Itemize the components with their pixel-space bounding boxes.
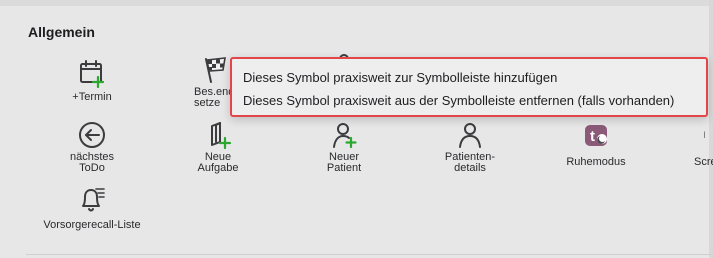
section-divider xyxy=(26,254,713,255)
naechstes-todo-button[interactable]: nächstes ToDo xyxy=(40,120,144,174)
arrow-left-circle-icon xyxy=(40,120,144,150)
ruhemodus-button[interactable]: t Ruhemodus xyxy=(544,120,648,168)
screen-label: Scre xyxy=(694,156,713,168)
patient-details-icon xyxy=(418,120,522,150)
patientendetails-button[interactable]: Patienten-details xyxy=(418,120,522,174)
vorsorgerecall-liste-label: Vorsorgerecall-Liste xyxy=(43,219,141,231)
patientendetails-label: Patienten-details xyxy=(444,151,496,174)
vorsorgerecall-liste-button[interactable]: Vorsorgerecall-Liste xyxy=(40,184,144,231)
termin-label: +Termin xyxy=(72,91,112,103)
neue-aufgabe-label: Neue Aufgabe xyxy=(197,151,239,174)
screen-button[interactable]: Scre xyxy=(670,120,713,168)
section-title: Allgemein xyxy=(28,24,95,40)
new-patient-icon xyxy=(292,120,396,150)
top-edge xyxy=(0,0,713,6)
naechstes-todo-label: nächstes ToDo xyxy=(69,151,115,174)
screen-icon xyxy=(670,120,713,150)
calendar-add-icon xyxy=(40,58,144,88)
svg-text:t: t xyxy=(590,128,595,145)
menu-item-add-to-toolbar[interactable]: Dieses Symbol praxisweit zur Symbolleist… xyxy=(243,70,557,85)
menu-item-remove-from-toolbar[interactable]: Dieses Symbol praxisweit aus der Symboll… xyxy=(243,93,674,108)
neuer-patient-button[interactable]: Neuer Patient xyxy=(292,120,396,174)
recall-list-icon xyxy=(40,184,144,214)
context-menu: Dieses Symbol praxisweit zur Symbolleist… xyxy=(230,57,708,117)
new-task-icon xyxy=(166,120,270,150)
ruhemodus-label: Ruhemodus xyxy=(566,156,626,168)
rest-mode-icon: t xyxy=(544,120,648,150)
neuer-patient-label: Neuer Patient xyxy=(326,151,362,174)
neue-aufgabe-button[interactable]: Neue Aufgabe xyxy=(166,120,270,174)
termin-button[interactable]: +Termin xyxy=(40,58,144,103)
